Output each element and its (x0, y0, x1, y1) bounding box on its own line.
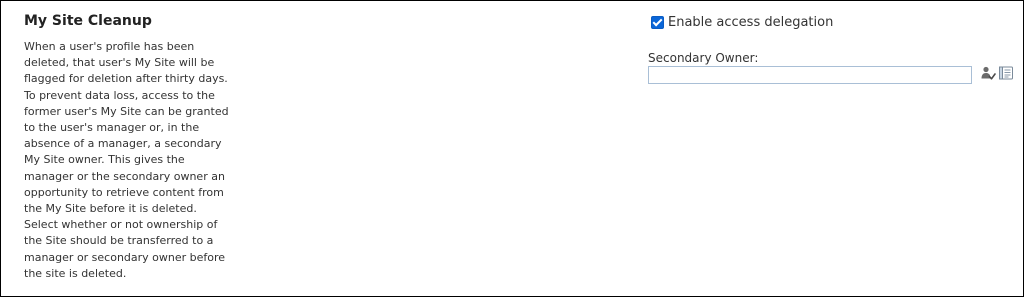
enable-access-delegation-label[interactable]: Enable access delegation (668, 15, 833, 30)
enable-access-delegation-row[interactable]: Enable access delegation (651, 15, 833, 30)
section-description: When a user's profile has been deleted, … (24, 40, 229, 280)
check-names-icon[interactable] (980, 65, 996, 81)
enable-access-delegation-checkbox[interactable] (651, 16, 664, 29)
address-book-icon[interactable] (998, 65, 1014, 81)
settings-panel: My Site Cleanup When a user's profile ha… (0, 0, 1024, 297)
secondary-owner-label: Secondary Owner: (648, 51, 759, 65)
section-title: My Site Cleanup (24, 13, 152, 29)
secondary-owner-input[interactable] (648, 66, 972, 84)
